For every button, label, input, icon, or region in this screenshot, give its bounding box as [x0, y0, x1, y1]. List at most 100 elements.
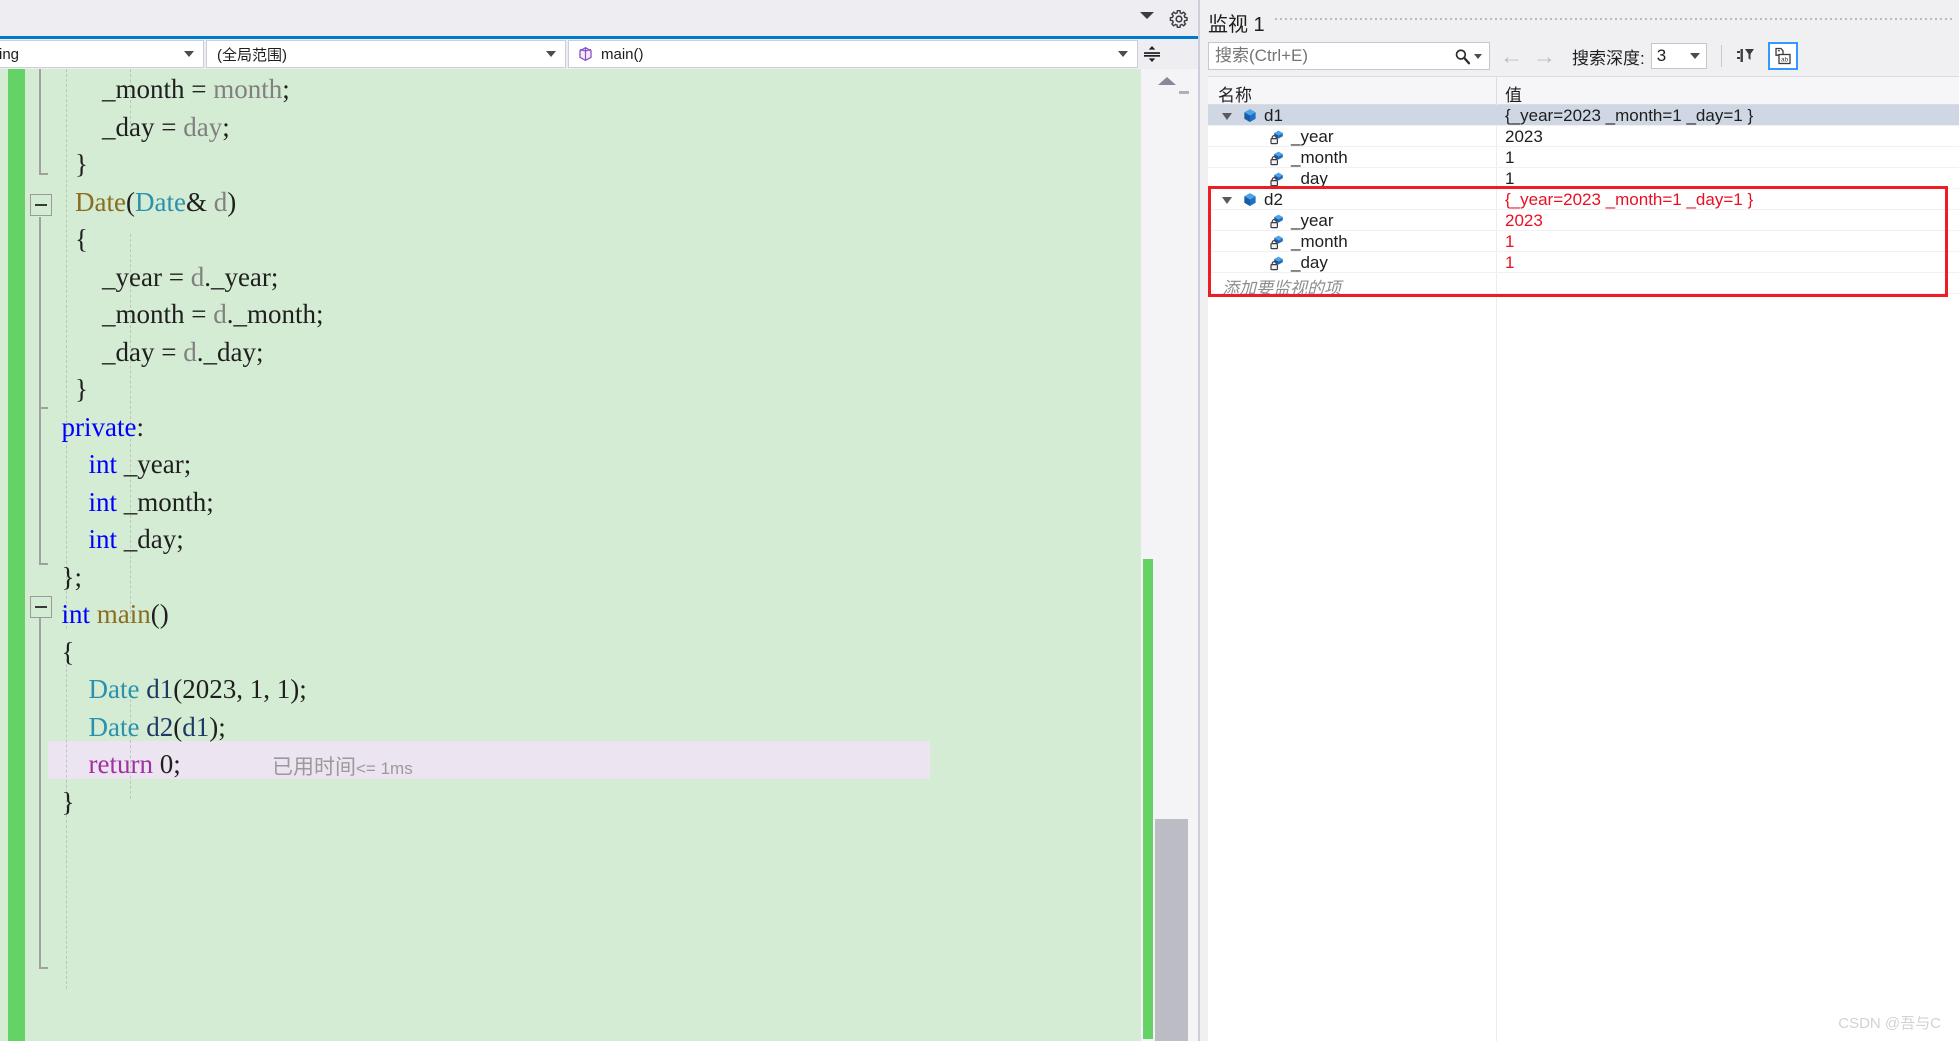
watch-row-value[interactable]: 1 — [1505, 253, 1514, 273]
scrollbar-change-marker — [1143, 559, 1153, 1039]
search-input[interactable] — [1215, 46, 1453, 66]
search-back-button[interactable]: ← — [1500, 44, 1523, 68]
split-window-button[interactable] — [1140, 39, 1164, 69]
code-token: int — [88, 524, 118, 554]
field-lock-icon — [1270, 214, 1283, 229]
toolbar-separator — [1720, 45, 1722, 67]
method-cube-icon — [579, 46, 592, 61]
code-token: d — [190, 261, 205, 292]
chevron-down-icon[interactable] — [1474, 53, 1482, 59]
editor-vertical-scrollbar[interactable] — [1140, 69, 1201, 1041]
watch-row[interactable]: _year 2023 — [1208, 210, 1959, 231]
application-window: ing (全局范围) main() _month = month; _day =… — [0, 0, 1959, 1041]
collapse-arrow-icon[interactable] — [1222, 197, 1232, 204]
code-token: int — [61, 599, 91, 629]
code-token: ); — [209, 711, 226, 742]
watch-row-value[interactable]: {_year=2023 _month=1 _day=1 } — [1505, 190, 1753, 210]
code-line: } — [48, 784, 75, 822]
elapsed-time-value: <= 1ms — [356, 759, 413, 778]
chevron-down-icon — [546, 51, 556, 57]
code-token: private — [61, 411, 137, 442]
pin-filter-icon — [1736, 49, 1754, 62]
field-lock-icon — [1270, 235, 1283, 250]
search-depth-value: 3 — [1656, 46, 1667, 65]
add-watch-item-placeholder: 添加要监视的项 — [1222, 279, 1341, 298]
watch-row[interactable]: _day 1 — [1208, 168, 1959, 189]
magnifier-icon[interactable] — [1453, 47, 1472, 66]
code-token: d — [213, 299, 227, 329]
code-token: Date — [88, 674, 140, 704]
watch-row-value[interactable]: 1 — [1505, 169, 1514, 189]
code-token: = — [168, 261, 191, 292]
scope-dropdown[interactable]: (全局范围) — [206, 40, 566, 68]
project-dropdown[interactable]: ing — [0, 40, 204, 68]
column-header-value[interactable]: 值 — [1505, 81, 1522, 106]
watch-row-value[interactable]: 1 — [1505, 232, 1514, 252]
code-line: int _day; — [48, 521, 184, 559]
watch-row[interactable]: _month 1 — [1208, 231, 1959, 252]
add-watch-item-row[interactable]: 添加要监视的项 — [1208, 273, 1959, 298]
code-token: : — [136, 411, 144, 442]
watch-row[interactable]: d1 {_year=2023 _month=1 _day=1 } — [1208, 105, 1959, 126]
scroll-up-arrow-icon[interactable] — [1158, 77, 1176, 85]
code-line: _day = day; — [48, 109, 230, 147]
watch-row-value[interactable]: 2023 — [1505, 211, 1543, 231]
gear-icon[interactable] — [1168, 8, 1190, 30]
watermark: CSDN @吾与C — [1838, 1015, 1941, 1032]
search-depth-label: 搜索深度: — [1572, 48, 1645, 68]
collapse-arrow-icon[interactable] — [1222, 113, 1232, 120]
search-forward-button[interactable]: → — [1533, 44, 1556, 68]
column-resize-handle[interactable] — [1496, 77, 1497, 104]
code-line: _day = d._day; — [48, 334, 263, 372]
editor-navigation-bar: ing (全局范围) main() — [0, 39, 1200, 69]
watch-variables-grid[interactable]: 名称 值 d1 {_year=2023 _month=1 _day=1 } _yea… — [1208, 76, 1959, 1041]
code-line: private: — [48, 409, 144, 447]
code-line: _month = month; — [48, 71, 290, 109]
watch-row[interactable]: _year 2023 — [1208, 126, 1959, 147]
member-dropdown[interactable]: main() — [568, 40, 1138, 68]
chevron-down-icon — [1689, 53, 1700, 59]
search-box[interactable] — [1208, 42, 1490, 70]
scope-dropdown-label: (全局范围) — [217, 46, 287, 64]
vertical-scroll-thumb[interactable] — [1155, 819, 1188, 1041]
watch-row-name: d1 — [1264, 106, 1283, 125]
watch-row[interactable]: _day 1 — [1208, 252, 1959, 273]
watch-row[interactable]: d2 {_year=2023 _month=1 _day=1 } — [1208, 189, 1959, 210]
hex-tag-icon: ab — [1775, 47, 1791, 65]
watch-row-value[interactable]: 1 — [1505, 148, 1514, 168]
code-token: main — [96, 599, 151, 629]
show-type-column-button[interactable]: ab — [1767, 42, 1798, 70]
source-code: _month = month; _day = day; } Date(Date&… — [0, 69, 1140, 1041]
code-token: = — [191, 74, 214, 104]
chevron-down-icon[interactable] — [1140, 12, 1154, 19]
code-token: _day — [48, 336, 162, 367]
watch-row-value[interactable]: {_year=2023 _month=1 _day=1 } — [1505, 106, 1753, 126]
search-depth-dropdown[interactable]: 3 — [1650, 43, 1707, 69]
watch-row-value[interactable]: 2023 — [1505, 127, 1543, 147]
chevron-down-icon — [1118, 51, 1128, 57]
field-lock-icon — [1270, 151, 1283, 166]
code-text-area[interactable]: _month = month; _day = day; } Date(Date&… — [0, 69, 1140, 1041]
pin-filter-button[interactable] — [1730, 42, 1760, 70]
split-window-icon — [1144, 46, 1160, 62]
column-header-name[interactable]: 名称 — [1218, 81, 1252, 106]
code-token: _month — [48, 74, 192, 104]
document-well-strip — [0, 0, 1200, 36]
code-token: d — [213, 186, 228, 217]
code-line: }; — [48, 559, 82, 597]
watch-row-name: _day — [1291, 169, 1328, 188]
watch-row-name: _year — [1291, 127, 1334, 146]
title-bar-drag-handle[interactable] — [1274, 15, 1953, 29]
code-line: } — [48, 146, 88, 184]
code-line: } — [48, 371, 88, 409]
field-lock-icon — [1270, 172, 1283, 187]
project-dropdown-label: ing — [0, 45, 20, 63]
watch-row[interactable]: _month 1 — [1208, 147, 1959, 168]
